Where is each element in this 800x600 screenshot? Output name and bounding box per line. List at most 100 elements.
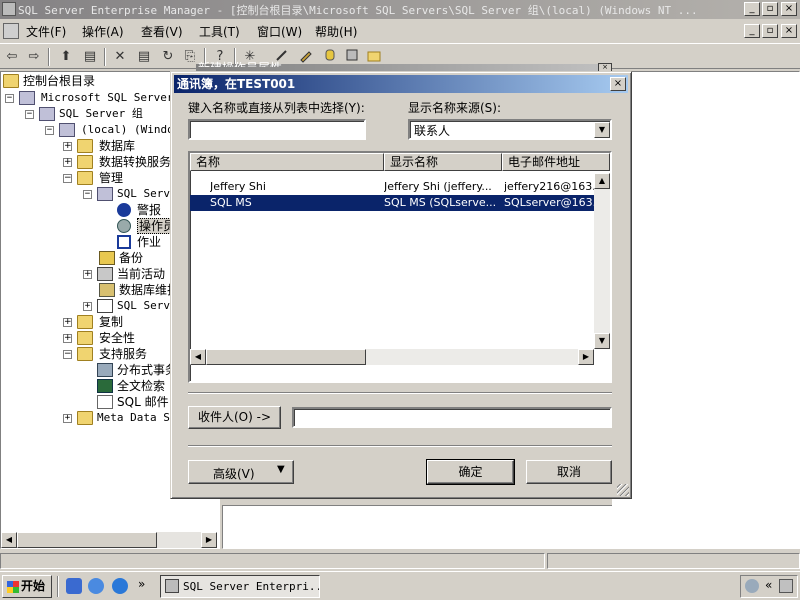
status-cell	[547, 553, 800, 569]
background-dialog-bottom	[222, 498, 612, 506]
up-level-icon[interactable]: ⬆	[56, 47, 76, 67]
menu-action[interactable]: 操作(A)	[82, 24, 124, 40]
menu-file[interactable]: 文件(F)	[26, 24, 66, 40]
column-header-name[interactable]: 名称	[190, 153, 384, 171]
show-tree-icon[interactable]: ▤	[80, 47, 100, 67]
toolbar-separator	[48, 48, 50, 66]
menu-help[interactable]: 帮助(H)	[315, 24, 357, 40]
dialog-close-button[interactable]: ×	[610, 77, 626, 91]
collapse-toggle[interactable]: −	[63, 350, 72, 359]
list-vertical-scrollbar[interactable]: ▲ ▼	[594, 173, 610, 349]
scroll-up-button[interactable]: ▲	[594, 173, 610, 189]
expand-toggle[interactable]: +	[63, 414, 72, 423]
open-folder-icon	[77, 171, 93, 185]
expand-toggle[interactable]: +	[83, 302, 92, 311]
folder-icon	[3, 74, 19, 88]
collapse-toggle[interactable]: −	[63, 174, 72, 183]
running-server-icon	[59, 123, 75, 137]
console-icon[interactable]	[3, 23, 19, 39]
quicklaunch-more[interactable]: »	[138, 577, 145, 591]
expand-toggle[interactable]: +	[63, 158, 72, 167]
delete-icon[interactable]: ✕	[110, 47, 130, 67]
tree-horizontal-scrollbar[interactable]: ◀ ▶	[1, 532, 217, 548]
scroll-down-button[interactable]: ▼	[594, 333, 610, 349]
menu-tools[interactable]: 工具(T)	[199, 24, 240, 40]
address-book-dialog: 通讯簿，在TEST001 × 键入名称或直接从列表中选择(Y): 显示名称来源(…	[170, 71, 632, 499]
scroll-right-button[interactable]: ▶	[201, 532, 217, 548]
minimize-button[interactable]: _	[744, 2, 760, 16]
menu-view[interactable]: 查看(V)	[141, 24, 183, 40]
scroll-left-button[interactable]: ◀	[190, 349, 206, 365]
recipients-input[interactable]	[292, 407, 612, 428]
recipients-button[interactable]: 收件人(O) ->	[188, 406, 281, 429]
close-button[interactable]: ×	[781, 2, 797, 16]
menu-window[interactable]: 窗口(W)	[257, 24, 302, 40]
enterprise-manager-icon	[165, 579, 179, 593]
source-select[interactable]: 联系人 ▼	[408, 119, 612, 140]
column-header-display-name[interactable]: 显示名称	[384, 153, 502, 171]
advanced-button[interactable]: 高级(V) ▼	[188, 460, 294, 484]
expand-toggle[interactable]: +	[63, 142, 72, 151]
inner-minimize-button[interactable]: _	[744, 24, 760, 38]
status-bar	[0, 551, 800, 571]
search-service-icon	[97, 379, 113, 393]
app-icon[interactable]	[2, 2, 16, 16]
forward-icon[interactable]: ⇨	[24, 47, 44, 67]
system-tray: «	[740, 575, 798, 598]
inner-close-button[interactable]: ×	[781, 24, 797, 38]
taskbar-app-button[interactable]: SQL Server Enterpri...	[160, 575, 320, 598]
inner-maximize-button[interactable]: ▫	[762, 24, 778, 38]
list-item[interactable]: Jeffery Shi Jeffery Shi (jeffery... jeff…	[190, 179, 594, 195]
mail-icon	[97, 395, 113, 409]
tray-expand[interactable]: «	[765, 578, 772, 592]
alert-icon	[117, 203, 131, 217]
network-icon[interactable]	[779, 579, 793, 593]
back-icon[interactable]: ⇦	[2, 47, 22, 67]
explorer-icon[interactable]	[88, 578, 104, 594]
scroll-right-button[interactable]: ▶	[578, 349, 594, 365]
status-cell	[0, 553, 545, 569]
source-label: 显示名称来源(S):	[408, 101, 502, 115]
expand-toggle[interactable]: +	[63, 334, 72, 343]
list-horizontal-scrollbar[interactable]: ◀ ▶	[190, 349, 594, 365]
collapse-toggle[interactable]: −	[5, 94, 14, 103]
job-icon	[117, 235, 131, 249]
scroll-left-button[interactable]: ◀	[1, 532, 17, 548]
column-header-email[interactable]: 电子邮件地址	[502, 153, 610, 171]
dialog-title: 通讯簿，在TEST001	[177, 77, 296, 91]
folder-icon	[77, 155, 93, 169]
folder-icon	[77, 315, 93, 329]
service-icon	[97, 363, 113, 377]
expand-toggle[interactable]: +	[63, 318, 72, 327]
name-input-label: 键入名称或直接从列表中选择(Y):	[188, 101, 365, 115]
menu-bar: 文件(F) 操作(A) 查看(V) 工具(T) 窗口(W) 帮助(H) _ ▫ …	[0, 21, 800, 41]
scroll-thumb[interactable]	[17, 532, 157, 548]
toolbar-separator	[104, 48, 106, 66]
ok-button[interactable]: 确定	[426, 459, 515, 485]
contacts-list[interactable]: 名称 显示名称 电子邮件地址 Jeffery Shi Jeffery Shi (…	[188, 151, 612, 383]
taskbar: 开始 » SQL Server Enterpri... «	[0, 571, 800, 600]
cancel-button[interactable]: 取消	[526, 460, 612, 484]
dropdown-arrow-icon: ▼	[277, 464, 285, 475]
collapse-toggle[interactable]: −	[25, 110, 34, 119]
maximize-button[interactable]: ▫	[762, 2, 778, 16]
window-title: SQL Server Enterprise Manager - [控制台根目录\…	[18, 4, 698, 17]
log-icon	[97, 299, 113, 313]
divider	[188, 392, 612, 394]
expand-toggle[interactable]: +	[83, 270, 92, 279]
show-desktop-icon[interactable]	[66, 578, 82, 594]
resize-grip[interactable]	[617, 484, 629, 496]
server-group-icon	[19, 91, 35, 105]
start-button[interactable]: 开始	[2, 575, 52, 598]
name-input[interactable]	[188, 119, 366, 140]
collapse-toggle[interactable]: −	[83, 190, 92, 199]
service-manager-icon[interactable]	[745, 579, 759, 593]
chevron-down-icon[interactable]: ▼	[594, 122, 610, 138]
divider	[188, 445, 612, 447]
properties-icon[interactable]: ▤	[134, 47, 154, 67]
refresh-icon[interactable]: ↻	[158, 47, 178, 67]
internet-explorer-icon[interactable]	[112, 578, 128, 594]
collapse-toggle[interactable]: −	[45, 126, 54, 135]
list-item-selected[interactable]: SQL MS SQL MS (SQLserve... SQLserver@163…	[190, 195, 594, 211]
scroll-thumb[interactable]	[206, 349, 366, 365]
